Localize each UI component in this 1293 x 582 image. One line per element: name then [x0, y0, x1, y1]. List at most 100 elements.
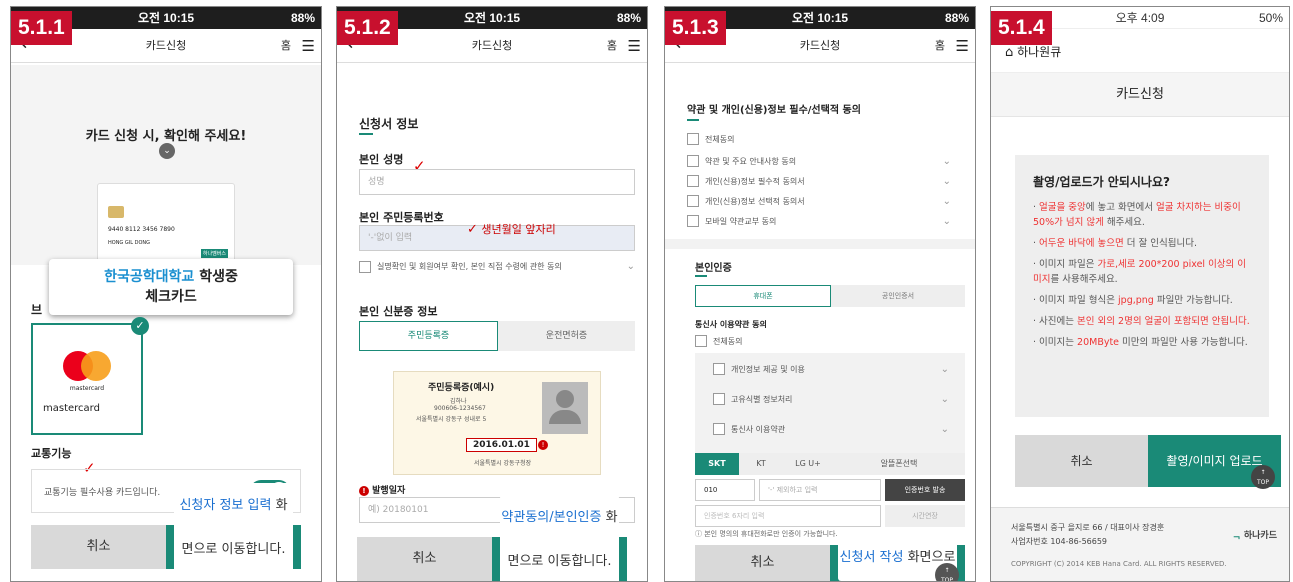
telecom-all[interactable]: 전체동의: [695, 335, 742, 347]
auth-title: 본인인증: [695, 263, 732, 274]
tip-text: 미만의 파일만 사용 가능합니다.: [1119, 337, 1248, 348]
next-button[interactable]: 다음 약관동의/본인인증 화면으로 이동합니다.: [492, 495, 627, 581]
telecom-item[interactable]: 고유식별 정보처리 ⌄: [713, 393, 949, 405]
tip-text: 를 사용해주세요.: [1050, 274, 1118, 285]
tab-driver-license[interactable]: 운전면허증: [498, 321, 635, 351]
help-title: 촬영/업로드가 안되시나요?: [1033, 175, 1170, 189]
page-title: 카드신청: [991, 73, 1289, 117]
footer-biz: 사업자번호 104-86-56659: [1011, 537, 1108, 546]
tip-text: 이미지 파일은: [1039, 259, 1098, 270]
auth-tabs: 휴대폰 공인인증서: [695, 285, 965, 307]
transport-text: 교통기능 필수사용 카드입니다.: [44, 488, 161, 498]
brand-section-label: 브: [31, 303, 43, 317]
brand-label: mastercard: [43, 403, 100, 414]
code-input[interactable]: 인증번호 6자리 입력: [695, 505, 881, 527]
help-tip-item: · 사진에는 본인 외의 2명의 얼굴이 포함되면 안됩니다.: [1033, 316, 1250, 327]
menu-icon[interactable]: ☰: [628, 29, 641, 63]
card-number: 9440 8112 3456 7890: [108, 226, 175, 233]
card-holder: HONG GIL DONG: [108, 240, 151, 246]
highlight-text: 얼굴을 중앙: [1039, 202, 1086, 213]
scroll-top-button[interactable]: ↑ TOP: [935, 563, 959, 581]
agree-checkbox[interactable]: [359, 261, 371, 273]
cancel-button[interactable]: 취소: [695, 545, 830, 581]
carrier-tabs: SKT KT LG U+ 알뜰폰선택: [695, 453, 965, 475]
chevron-down-icon: ⌄: [942, 215, 951, 227]
tip-text: 이미지 파일 형식은: [1039, 295, 1119, 306]
screen-5-1-4: 5.1.4 오후 4:09 50% ⌂ 하나원큐 카드신청 촬영/업로드가 안되시…: [990, 6, 1290, 582]
page-title: 카드신청: [145, 39, 187, 52]
chevron-down-icon: ⌄: [942, 195, 951, 207]
terms-item[interactable]: 개인(신용)정보 필수적 동의서 ⌄: [687, 175, 951, 187]
telecom-item[interactable]: 개인정보 제공 및 이용 ⌄: [713, 363, 949, 375]
telecom-title: 통신사 이용약관 동의: [695, 320, 767, 329]
carrier-skt[interactable]: SKT: [695, 453, 739, 475]
chevron-down-icon[interactable]: ⌄: [159, 143, 175, 159]
tab-certificate[interactable]: 공인인증서: [831, 285, 965, 307]
chevron-down-icon: ⌄: [940, 393, 949, 405]
help-panel: 촬영/업로드가 안되시나요? · 얼굴을 중앙에 놓고 화면에서 얼굴 차지하는…: [1015, 155, 1269, 417]
action-buttons: 취소 다음 신청서 작성 화면으로: [695, 535, 965, 581]
telecom-item[interactable]: 통신사 이용약관 ⌄: [713, 423, 949, 435]
action-buttons: 취소 다음 신청자 정보 입력 화면으로 이동합니다.: [31, 483, 301, 573]
tip-text: 해주세요.: [1103, 217, 1145, 228]
prefix-select[interactable]: 010: [695, 479, 755, 501]
chevron-down-icon: ⌄: [940, 363, 949, 375]
hana-logo-icon: ᆨ: [1232, 531, 1241, 541]
home-link[interactable]: 홈: [281, 29, 291, 63]
id-photo: [542, 382, 588, 434]
carrier-lgu[interactable]: LG U+: [783, 453, 833, 475]
cancel-button[interactable]: 취소: [1015, 435, 1148, 487]
action-buttons: 취소 촬영/이미지 업로드: [1015, 435, 1281, 487]
card-type: 체크카드: [145, 289, 197, 305]
terms-item[interactable]: 모바일 약관교부 동의 ⌄: [687, 215, 951, 227]
tip-text: 더 잘 인식됩니다.: [1123, 238, 1198, 249]
action-buttons: 취소 다음 약관동의/본인인증 화면으로 이동합니다.: [357, 495, 627, 581]
step-tag: 5.1.2: [337, 11, 398, 45]
card-logo: 하나멤버스: [200, 249, 228, 258]
home-link[interactable]: 홈: [935, 29, 945, 63]
page-title: 카드신청: [799, 39, 841, 52]
menu-icon[interactable]: ☰: [956, 29, 969, 63]
card-image: 9440 8112 3456 7890 HONG GIL DONG 하나멤버스: [97, 183, 235, 265]
check-icon: ✓: [131, 317, 149, 335]
card-chip: [108, 206, 124, 218]
footer-address: 서울특별시 중구 을지로 66 / 대표이사 장경훈: [1011, 523, 1165, 532]
highlight-text: 20MByte: [1077, 337, 1120, 348]
next-tooltip: 신청자 정보 입력 화면으로 이동합니다.: [174, 483, 293, 573]
issue-date-highlight: 2016.01.01: [466, 438, 537, 452]
chevron-down-icon: ⌄: [940, 423, 949, 435]
next-button[interactable]: 다음 신청자 정보 입력 화면으로 이동합니다.: [166, 483, 301, 573]
tip-text: 파일만 가능합니다.: [1153, 295, 1233, 306]
tip-text: 이미지는: [1039, 337, 1078, 348]
terms-item[interactable]: 개인(신용)정보 선택적 동의서 ⌄: [687, 195, 951, 207]
tab-id-card[interactable]: 주민등록증: [359, 321, 498, 351]
name-input[interactable]: 성명: [359, 169, 635, 195]
code-row: 인증번호 6자리 입력 시간연장: [695, 505, 965, 527]
scroll-top-button[interactable]: ↑ TOP: [1251, 465, 1275, 489]
carrier-mvno[interactable]: 알뜰폰선택: [833, 453, 965, 475]
name-label: 본인 성명: [359, 153, 404, 166]
brand-option-mastercard[interactable]: ✓ mastercard mastercard: [31, 317, 149, 435]
terms-item[interactable]: 약관 및 주요 안내사항 동의 ⌄: [687, 155, 951, 167]
phone-input[interactable]: '-' 제외하고 입력: [759, 479, 881, 501]
chevron-down-icon[interactable]: ⌄: [627, 261, 635, 272]
school-name: 한국공학대학교: [104, 269, 195, 285]
cancel-button[interactable]: 취소: [357, 537, 492, 581]
notice-heading: 카드 신청 시, 확인해 주세요!: [85, 129, 247, 144]
extend-time-button[interactable]: 시간연장: [885, 505, 965, 527]
terms-all[interactable]: 전체동의: [687, 133, 951, 145]
chevron-down-icon: ⌄: [942, 175, 951, 187]
section-title: 신청서 정보: [359, 117, 419, 131]
help-tips: · 얼굴을 중앙에 놓고 화면에서 얼굴 차지하는 비중이 50%가 넘지 않게…: [1033, 200, 1251, 350]
menu-icon[interactable]: ☰: [302, 29, 315, 63]
agree-row[interactable]: 실명확인 및 회원여부 확인, 본인 직접 수령에 관한 동의 ⌄: [359, 261, 635, 273]
send-code-button[interactable]: 인증번호 발송: [885, 479, 965, 501]
tab-phone[interactable]: 휴대폰: [695, 285, 831, 307]
home-link[interactable]: 홈: [607, 29, 617, 63]
callout-box: 한국공학대학교 학생중 체크카드: [49, 259, 293, 315]
screen-5-1-3: 5.1.3 오전 10:1588% ← 카드신청 홈 ☰ 약관 및 개인(신용)…: [664, 6, 976, 582]
chevron-down-icon: ⌄: [942, 155, 951, 167]
cancel-button[interactable]: 취소: [31, 525, 166, 569]
home-icon[interactable]: ⌂: [1005, 45, 1013, 60]
carrier-kt[interactable]: KT: [739, 453, 783, 475]
